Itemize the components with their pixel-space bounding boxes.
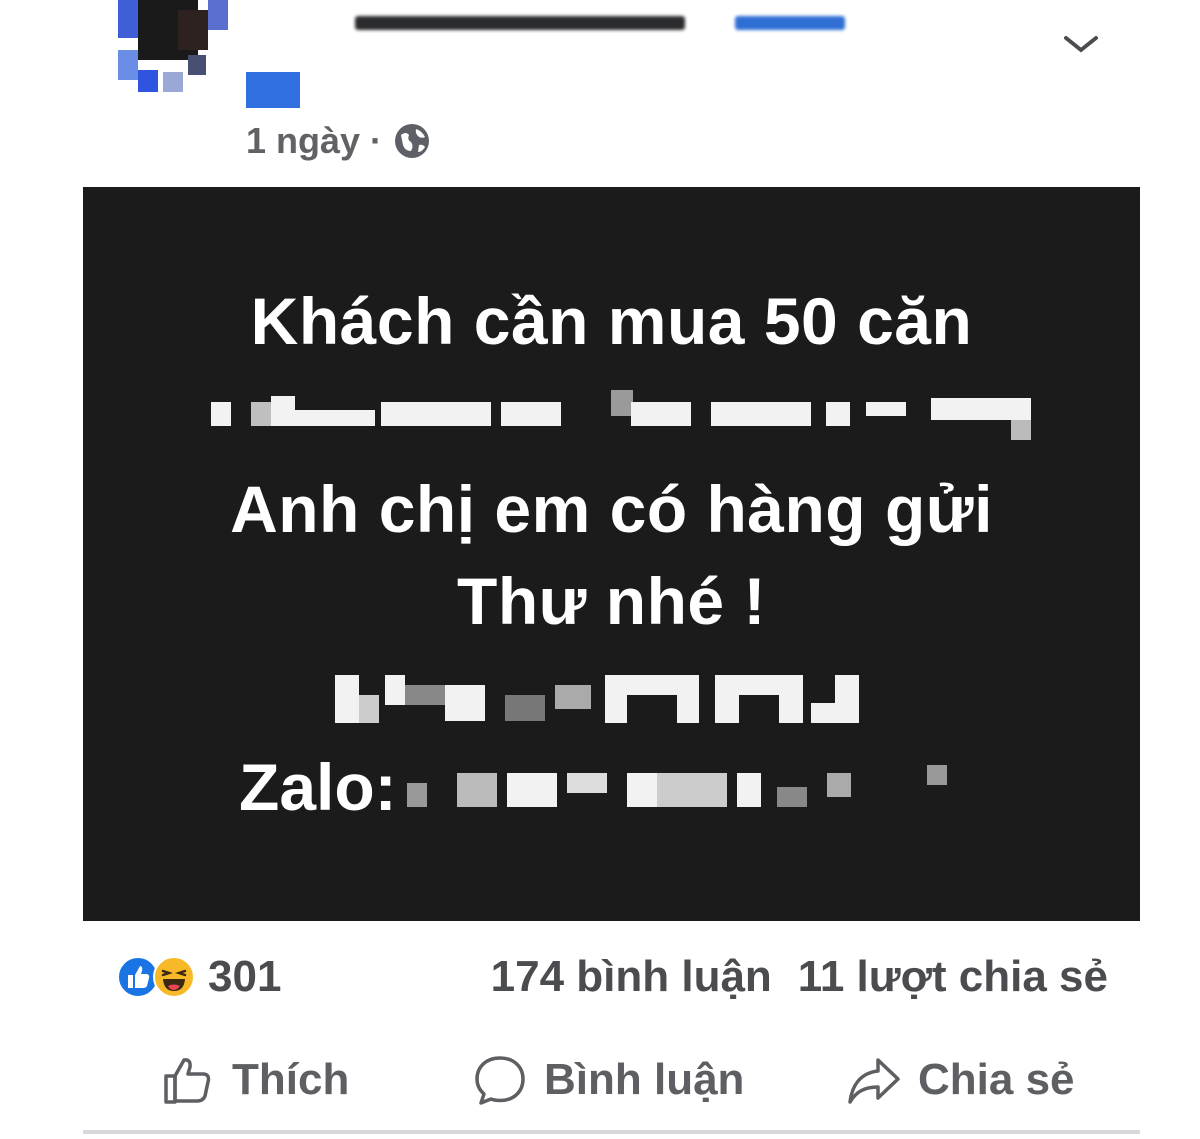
post-image[interactable]: Khách cần mua 50 căn Anh chị em có hàng … <box>83 187 1140 921</box>
comment-label: Bình luận <box>544 1055 745 1104</box>
redacted-project-name <box>211 380 1031 446</box>
reaction-summary[interactable]: 301 <box>116 952 281 1002</box>
zalo-line: Zalo: <box>239 750 957 824</box>
post-meta: 1 ngày · <box>246 120 432 162</box>
share-arrow-icon <box>848 1058 900 1104</box>
meta-separator: · <box>370 120 383 161</box>
author-name-line[interactable] <box>355 0 845 30</box>
avatar[interactable] <box>118 0 300 108</box>
comment-count-link[interactable]: 174 bình luận <box>491 952 772 1002</box>
haha-reaction-icon <box>153 956 195 998</box>
zalo-label: Zalo: <box>239 750 397 824</box>
reaction-count: 301 <box>208 952 282 1001</box>
redacted-phone-number <box>397 757 957 817</box>
image-text-line-1: Khách cần mua 50 căn <box>250 284 973 358</box>
comment-bubble-icon <box>475 1056 525 1105</box>
post-timestamp[interactable]: 1 ngày <box>246 120 360 162</box>
image-text-line-3: Anh chị em có hàng gửi <box>230 472 993 546</box>
post-actions-bar: Thích Bình luận Chia sẻ <box>0 1040 1200 1120</box>
image-text-line-4: Thư nhé ! <box>457 564 766 638</box>
share-button[interactable]: Chia sẻ <box>846 1040 1075 1120</box>
share-count-link[interactable]: 11 lượt chia sẻ <box>798 952 1108 1002</box>
comment-button[interactable]: Bình luận <box>472 1040 744 1120</box>
globe-icon[interactable] <box>392 121 432 161</box>
post-divider <box>83 1130 1140 1134</box>
redacted-contact-name <box>335 665 885 725</box>
engagement-stats: 174 bình luận 11 lượt chia sẻ <box>491 952 1108 1002</box>
close-icon[interactable] <box>1060 12 1102 54</box>
like-button[interactable]: Thích <box>160 1040 349 1120</box>
post-header: 1 ngày · <box>0 0 1200 180</box>
share-label: Chia sẻ <box>918 1055 1075 1104</box>
follow-link-redacted[interactable] <box>735 16 845 30</box>
thumbs-up-icon <box>164 1058 211 1104</box>
like-label: Thích <box>232 1055 350 1104</box>
author-name-redacted[interactable] <box>355 16 685 30</box>
